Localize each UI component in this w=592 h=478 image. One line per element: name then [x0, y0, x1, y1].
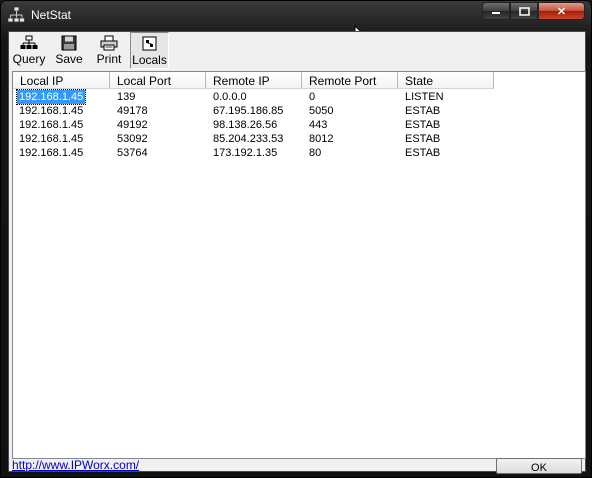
table-row[interactable]: 192.168.1.45 49192 98.138.26.56 443 ESTA…: [13, 118, 585, 132]
netstat-window: NetStat ✕ Query Save Print Locals Local …: [0, 0, 592, 478]
cell-local-ip: 192.168.1.45: [19, 147, 84, 159]
cell-remote-ip: 173.192.1.35: [213, 147, 278, 159]
query-button[interactable]: Query: [11, 32, 47, 69]
cell-remote-ip: 85.204.233.53: [213, 133, 284, 145]
column-header-local-port[interactable]: Local Port: [110, 72, 206, 89]
column-header-state[interactable]: State: [398, 72, 494, 89]
cell-local-port: 49192: [117, 119, 148, 131]
table-row[interactable]: 192.168.1.45 49178 67.195.186.85 5050 ES…: [13, 104, 585, 118]
cell-local-port: 139: [117, 91, 136, 103]
save-button[interactable]: Save: [51, 32, 87, 69]
print-label: Print: [96, 52, 122, 66]
client-area: Query Save Print Locals Local IP Local P…: [8, 31, 586, 474]
table-header: Local IP Local Port Remote IP Remote Por…: [13, 72, 585, 89]
title-bar[interactable]: NetStat ✕: [1, 1, 591, 31]
cell-remote-port: 443: [309, 119, 328, 131]
cell-local-ip: 192.168.1.45: [15, 89, 87, 105]
query-label: Query: [12, 52, 46, 66]
cell-remote-port: 0: [309, 91, 316, 103]
cell-state: ESTAB: [405, 105, 441, 117]
cell-remote-port: 80: [309, 147, 322, 159]
save-label: Save: [55, 52, 83, 66]
query-icon: [20, 35, 38, 49]
floppy-disk-icon: [61, 35, 77, 51]
cell-local-port: 49178: [117, 105, 148, 117]
table-row[interactable]: 192.168.1.45 139 0.0.0.0 0 LISTEN: [13, 89, 585, 105]
cell-remote-port: 8012: [309, 133, 334, 145]
close-icon: ✕: [556, 5, 567, 18]
cell-local-ip: 192.168.1.45: [19, 119, 84, 131]
printer-icon: [100, 35, 118, 51]
cell-local-ip: 192.168.1.45: [19, 133, 84, 145]
locals-button[interactable]: Locals: [130, 32, 169, 69]
table-row[interactable]: 192.168.1.45 53764 173.192.1.35 80 ESTAB: [13, 146, 585, 160]
cell-local-port: 53764: [117, 147, 148, 159]
cell-remote-ip: 0.0.0.0: [213, 91, 247, 103]
cell-state: LISTEN: [405, 91, 444, 103]
maximize-icon: [518, 6, 530, 16]
table-row[interactable]: 192.168.1.45 53092 85.204.233.53 8012 ES…: [13, 132, 585, 146]
maximize-button[interactable]: [510, 2, 538, 20]
column-header-remote-port[interactable]: Remote Port: [302, 72, 398, 89]
network-icon: [7, 6, 25, 23]
status-bar: http://www.IPWorx.com/ OK: [9, 458, 585, 474]
website-link[interactable]: http://www.IPWorx.com/: [12, 458, 139, 472]
cell-local-ip: 192.168.1.45: [19, 105, 84, 117]
locals-label: Locals: [132, 53, 167, 67]
minimize-button[interactable]: [482, 2, 510, 20]
locals-icon: [142, 36, 156, 51]
ok-button[interactable]: OK: [496, 458, 582, 474]
column-header-remote-ip[interactable]: Remote IP: [206, 72, 302, 89]
column-header-local-ip[interactable]: Local IP: [13, 72, 110, 89]
cell-local-port: 53092: [117, 133, 148, 145]
cell-state: ESTAB: [405, 133, 441, 145]
print-button[interactable]: Print: [91, 32, 127, 69]
window-controls: ✕: [482, 2, 585, 21]
cell-remote-ip: 67.195.186.85: [213, 105, 284, 117]
toolbar: Query Save Print Locals: [9, 32, 585, 70]
window-title: NetStat: [31, 8, 72, 22]
connections-table[interactable]: Local IP Local Port Remote IP Remote Por…: [12, 71, 586, 459]
minimize-icon: [492, 12, 500, 14]
cell-state: ESTAB: [405, 119, 441, 131]
cell-state: ESTAB: [405, 147, 441, 159]
table-body: 192.168.1.45 139 0.0.0.0 0 LISTEN 192.16…: [13, 89, 585, 160]
cell-remote-port: 5050: [309, 105, 334, 117]
cell-remote-ip: 98.138.26.56: [213, 119, 278, 131]
close-button[interactable]: ✕: [538, 2, 585, 20]
